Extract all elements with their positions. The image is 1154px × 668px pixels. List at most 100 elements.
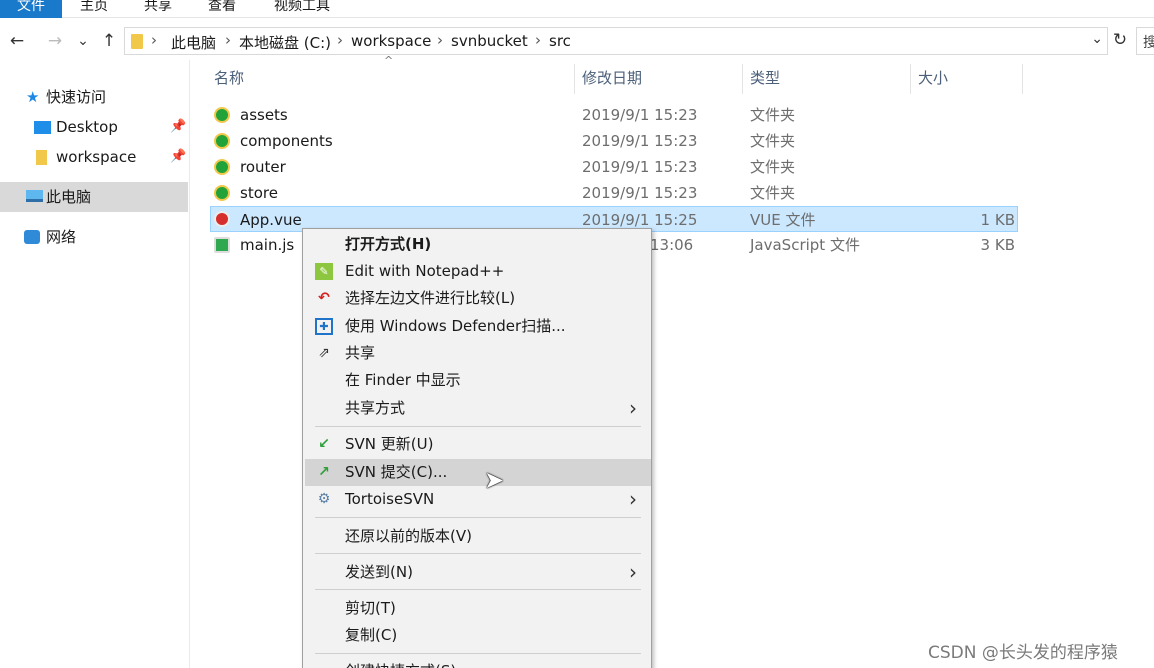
file-type: 文件夹: [750, 184, 796, 202]
menu-item-show-in-finder[interactable]: 在 Finder 中显示: [305, 367, 651, 394]
recent-locations-button[interactable]: ⌄: [72, 30, 94, 52]
menu-item-svn-commit[interactable]: ↗ SVN 提交(C)...: [305, 459, 651, 486]
breadcrumb-src[interactable]: src: [549, 32, 571, 50]
chevron-right-icon: ›: [629, 487, 637, 511]
column-header-size[interactable]: 大小: [918, 60, 1018, 96]
breadcrumb-this-pc[interactable]: 此电脑: [171, 32, 216, 53]
breadcrumb-workspace[interactable]: workspace: [351, 32, 431, 50]
file-type: JavaScript 文件: [750, 236, 860, 254]
menu-separator: [315, 653, 641, 654]
sidebar-item-label: 快速访问: [46, 88, 107, 106]
file-size: 3 KB: [980, 236, 1015, 254]
chevron-down-icon[interactable]: ⌄: [1091, 31, 1103, 47]
menu-item-label: 发送到(N): [345, 563, 413, 581]
file-row-store[interactable]: store 2019/9/1 15:23 文件夹: [210, 180, 1018, 206]
tab-share[interactable]: 共享: [130, 0, 186, 18]
sidebar-item-label: Desktop: [56, 118, 118, 136]
svn-commit-icon: ↗: [318, 464, 330, 480]
chevron-right-icon[interactable]: ›: [151, 31, 157, 49]
menu-item-label: SVN 更新(U): [345, 435, 434, 453]
menu-item-label: 剪切(T): [345, 599, 396, 617]
menu-item-create-shortcut[interactable]: 创建快捷方式(S): [305, 658, 651, 668]
notepad-icon: ✎: [315, 263, 333, 280]
menu-item-label: 在 Finder 中显示: [345, 371, 461, 389]
menu-separator: [315, 553, 641, 554]
menu-item-restore-previous-versions[interactable]: 还原以前的版本(V): [305, 523, 651, 550]
svn-file-icon: [214, 237, 230, 253]
breadcrumb-local-disk[interactable]: 本地磁盘 (C:): [239, 32, 331, 53]
file-type: VUE 文件: [750, 211, 816, 229]
folder-icon: [36, 150, 47, 165]
column-divider[interactable]: [1022, 64, 1023, 94]
menu-item-share[interactable]: ⇗ 共享: [305, 340, 651, 367]
menu-item-cut[interactable]: 剪切(T): [305, 595, 651, 622]
sidebar-item-label: 网络: [46, 228, 77, 246]
defender-icon: ✚: [315, 318, 333, 335]
refresh-button[interactable]: ↻: [1110, 28, 1130, 52]
menu-item-notepad-plus-plus[interactable]: ✎ Edit with Notepad++: [305, 258, 651, 285]
desktop-icon: [34, 121, 51, 134]
menu-item-label: 选择左边文件进行比较(L): [345, 289, 516, 307]
sidebar-item-quick-access[interactable]: ★ 快速访问: [0, 82, 188, 112]
forward-button[interactable]: →: [44, 30, 66, 52]
file-date: 13:06: [650, 236, 694, 254]
menu-item-tortoisesvn[interactable]: ⚙ TortoiseSVN ›: [305, 486, 651, 513]
chevron-right-icon[interactable]: ›: [437, 31, 443, 49]
pin-icon[interactable]: 📌: [170, 142, 186, 172]
file-row-router[interactable]: router 2019/9/1 15:23 文件夹: [210, 154, 1018, 180]
menu-item-svn-update[interactable]: ↙ SVN 更新(U): [305, 431, 651, 458]
menu-item-copy[interactable]: 复制(C): [305, 622, 651, 649]
column-divider[interactable]: [910, 64, 911, 94]
computer-icon: [26, 190, 43, 202]
chevron-right-icon[interactable]: ›: [535, 31, 541, 49]
file-row-assets[interactable]: assets 2019/9/1 15:23 文件夹: [210, 102, 1018, 128]
menu-item-label: Edit with Notepad++: [345, 262, 505, 280]
menu-item-label: SVN 提交(C)...: [345, 463, 448, 481]
file-type: 文件夹: [750, 132, 796, 150]
address-bar[interactable]: › 此电脑 › 本地磁盘 (C:) › workspace › svnbucke…: [124, 27, 1108, 55]
menu-item-open-with[interactable]: 打开方式(H): [305, 231, 651, 258]
share-icon: ⇗: [318, 345, 330, 361]
chevron-right-icon[interactable]: ›: [337, 31, 343, 49]
file-date: 2019/9/1 15:23: [582, 132, 698, 150]
pin-icon[interactable]: 📌: [170, 112, 186, 142]
sidebar-item-network[interactable]: 网络: [0, 222, 188, 252]
navigation-bar: ← → ⌄ ↑ › 此电脑 › 本地磁盘 (C:) › workspace › …: [0, 24, 1154, 58]
column-divider[interactable]: [574, 64, 575, 94]
tab-file[interactable]: 文件: [0, 0, 62, 18]
file-name: main.js: [240, 236, 295, 254]
watermark: CSDN @长头发的程序猿: [928, 643, 1118, 663]
file-type: 文件夹: [750, 106, 796, 124]
column-header-name[interactable]: 名称: [214, 60, 574, 96]
sidebar-item-label: 此电脑: [46, 188, 92, 206]
file-type: 文件夹: [750, 158, 796, 176]
sidebar-item-label: workspace: [56, 148, 137, 166]
up-button[interactable]: ↑: [98, 30, 120, 52]
sidebar-item-this-pc[interactable]: 此电脑: [0, 182, 188, 212]
svn-folder-icon: [214, 133, 230, 149]
chevron-right-icon[interactable]: ›: [225, 31, 231, 49]
column-divider[interactable]: [742, 64, 743, 94]
sidebar-item-workspace[interactable]: workspace 📌: [0, 142, 188, 172]
file-row-components[interactable]: components 2019/9/1 15:23 文件夹: [210, 128, 1018, 154]
menu-item-label: 创建快捷方式(S): [345, 658, 456, 668]
menu-item-send-to[interactable]: 发送到(N) ›: [305, 559, 651, 586]
tab-video-tools[interactable]: 视频工具: [260, 0, 344, 18]
menu-item-compare-left[interactable]: ↶ 选择左边文件进行比较(L): [305, 285, 651, 312]
sidebar-item-desktop[interactable]: Desktop 📌: [0, 112, 188, 142]
column-header-type[interactable]: 类型: [750, 60, 910, 96]
tab-home[interactable]: 主页: [66, 0, 122, 18]
menu-separator: [315, 589, 641, 590]
ribbon-tabs: 文件 主页 共享 查看 视频工具: [0, 0, 1154, 18]
search-input[interactable]: 搜: [1136, 27, 1154, 55]
menu-item-defender-scan[interactable]: ✚ 使用 Windows Defender扫描...: [305, 313, 651, 340]
svn-update-icon: ↙: [318, 436, 330, 452]
breadcrumb-svnbucket[interactable]: svnbucket: [451, 32, 528, 50]
column-header-date[interactable]: 修改日期: [582, 60, 742, 96]
back-button[interactable]: ←: [6, 30, 28, 52]
file-date: 2019/9/1 15:23: [582, 184, 698, 202]
folder-icon: [131, 34, 143, 49]
menu-item-share-with[interactable]: 共享方式 ›: [305, 395, 651, 422]
tab-view[interactable]: 查看: [194, 0, 250, 18]
svn-folder-icon: [214, 185, 230, 201]
